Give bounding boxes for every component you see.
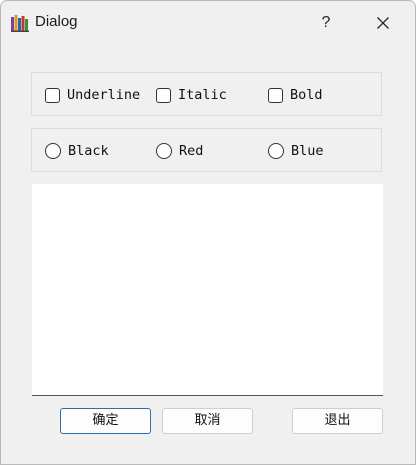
black-radio[interactable]: Black [45, 129, 109, 173]
exit-button[interactable]: 退出 [292, 408, 383, 434]
radio-label: Red [179, 143, 204, 159]
italic-checkbox[interactable]: Italic [156, 73, 227, 117]
text-edit[interactable] [32, 184, 383, 396]
radio-circle[interactable] [156, 143, 172, 159]
books-icon [11, 14, 29, 32]
cancel-button[interactable]: 取消 [162, 408, 253, 434]
dialog-window: Dialog ? Underline Italic Bold Black Red… [0, 0, 416, 465]
radio-circle[interactable] [45, 143, 61, 159]
style-group: Underline Italic Bold [31, 72, 382, 116]
blue-radio[interactable]: Blue [268, 129, 324, 173]
checkbox-box[interactable] [156, 87, 171, 103]
ok-button[interactable]: 确定 [60, 408, 151, 434]
title-bar[interactable]: Dialog ? [1, 1, 415, 45]
radio-label: Blue [291, 143, 324, 159]
checkbox-label: Underline [67, 87, 141, 103]
help-button[interactable]: ? [312, 9, 340, 37]
checkbox-box[interactable] [45, 87, 60, 103]
color-group: Black Red Blue [31, 128, 382, 172]
close-button[interactable] [369, 9, 397, 37]
checkbox-label: Bold [290, 87, 323, 103]
window-title: Dialog [35, 13, 78, 30]
close-icon [377, 17, 389, 29]
checkbox-label: Italic [178, 87, 227, 103]
radio-label: Black [68, 143, 109, 159]
red-radio[interactable]: Red [156, 129, 203, 173]
help-icon: ? [321, 14, 331, 31]
radio-circle[interactable] [268, 143, 284, 159]
underline-checkbox[interactable]: Underline [45, 73, 140, 117]
bold-checkbox[interactable]: Bold [268, 73, 323, 117]
checkbox-box[interactable] [268, 87, 283, 103]
